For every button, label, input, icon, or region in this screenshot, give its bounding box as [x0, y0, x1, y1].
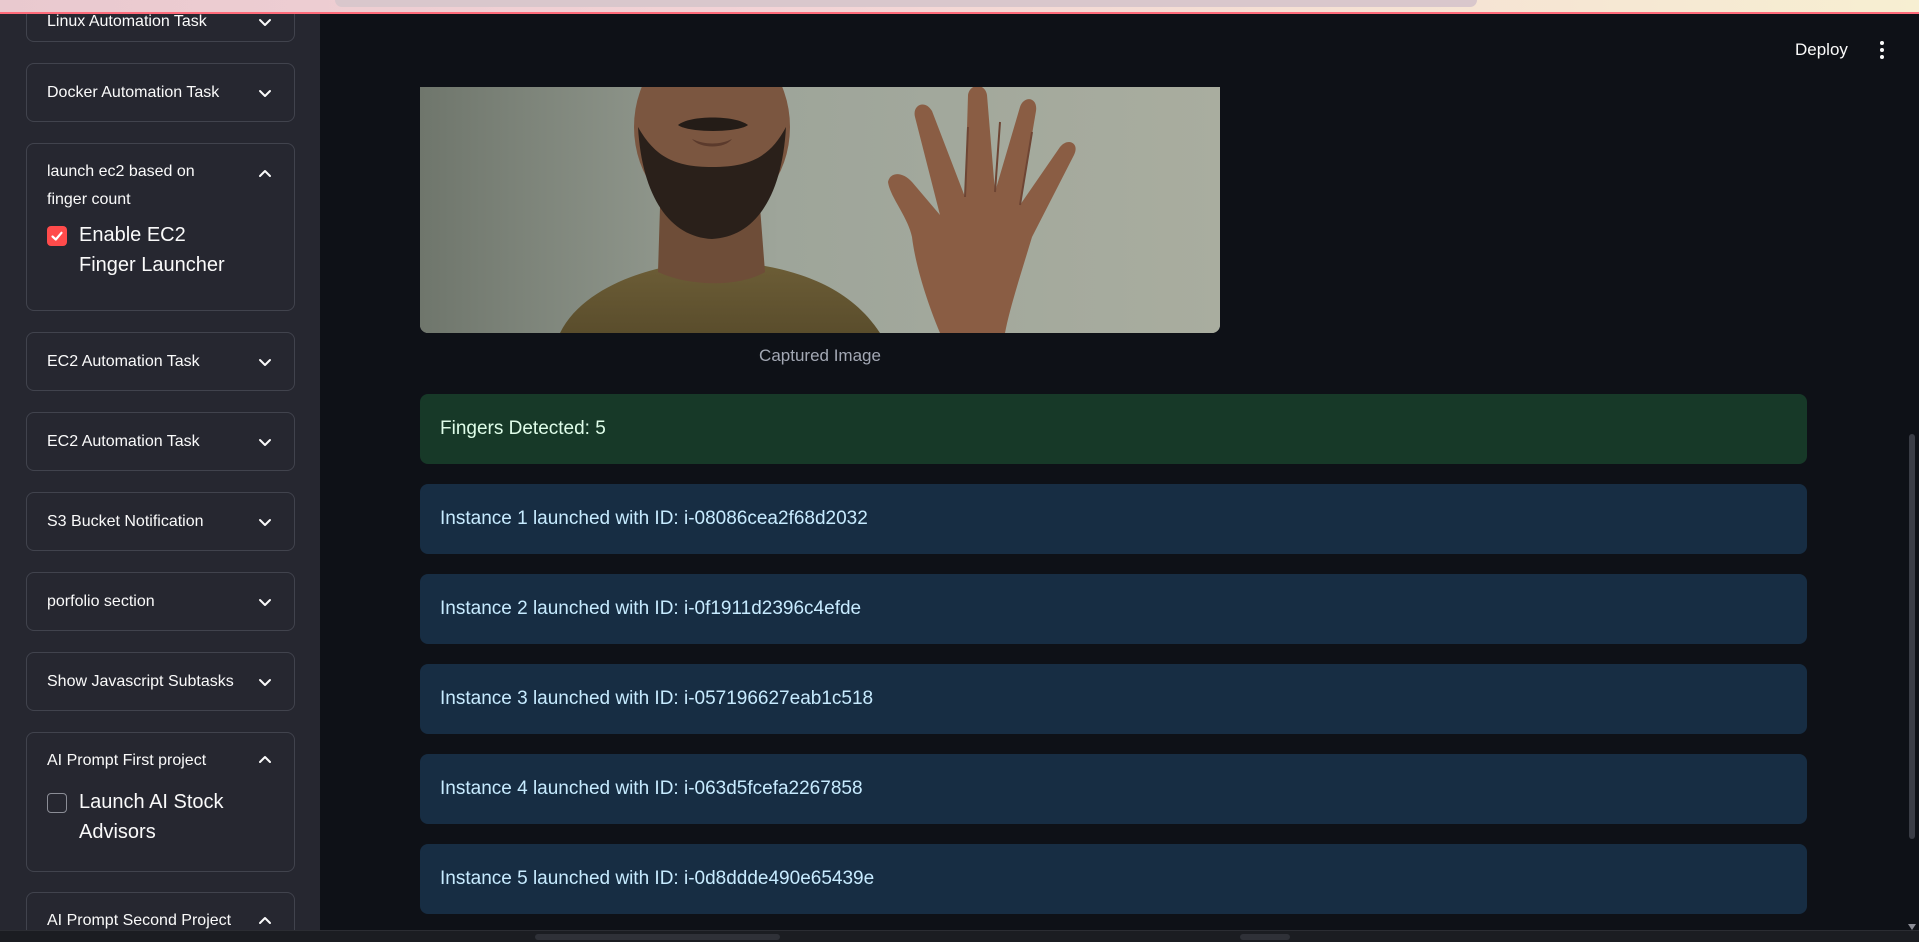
info-alert: Instance 5 launched with ID: i-0d8ddde49…	[420, 844, 1807, 914]
scrollbar-thumb[interactable]	[1240, 934, 1290, 940]
scrollbar-thumb[interactable]	[535, 934, 780, 940]
expander-label: Docker Automation Task	[47, 83, 220, 101]
expander-linux-automation[interactable]: Linux Automation Task	[26, 14, 295, 42]
ec2-finger-launcher-checkbox[interactable]	[47, 226, 67, 246]
checkmark-icon	[51, 231, 63, 241]
expander-label: EC2 Automation Task	[47, 352, 200, 370]
chevron-down-icon[interactable]	[258, 15, 272, 29]
expander-label: S3 Bucket Notification	[47, 512, 204, 530]
info-alert-text: Instance 1 launched with ID: i-08086cea2…	[440, 508, 868, 529]
expander-ai-prompt-second[interactable]: AI Prompt Second Project	[26, 892, 295, 930]
expander-ai-prompt-first[interactable]: AI Prompt First project Launch AI Stock …	[26, 732, 295, 872]
image-caption: Captured Image	[759, 346, 881, 365]
expander-docker-automation[interactable]: Docker Automation Task	[26, 63, 295, 122]
info-alert-text: Instance 4 launched with ID: i-063d5fcef…	[440, 778, 863, 799]
expander-portfolio-section[interactable]: porfolio section	[26, 572, 295, 631]
success-alert: Fingers Detected: 5	[420, 394, 1807, 464]
horizontal-scrollbar[interactable]	[0, 930, 1919, 942]
chevron-up-icon[interactable]	[258, 167, 272, 181]
chevron-up-icon[interactable]	[258, 753, 272, 767]
ec2-finger-launcher-checkbox-row[interactable]: Enable EC2 Finger Launcher	[27, 220, 294, 280]
ai-stock-advisors-label[interactable]: Launch AI Stock Advisors	[79, 787, 239, 847]
success-alert-text: Fingers Detected: 5	[440, 418, 606, 439]
chevron-down-icon[interactable]	[258, 515, 272, 529]
info-alert: Instance 1 launched with ID: i-08086cea2…	[420, 484, 1807, 554]
expander-label: Linux Automation Task	[47, 14, 207, 30]
ai-stock-advisors-checkbox[interactable]	[47, 793, 67, 813]
chevron-down-icon[interactable]	[258, 435, 272, 449]
ec2-finger-launcher-label[interactable]: Enable EC2 Finger Launcher	[79, 220, 239, 280]
chevron-down-icon[interactable]	[258, 595, 272, 609]
info-alert-text: Instance 2 launched with ID: i-0f1911d23…	[440, 598, 862, 619]
scrollbar-thumb[interactable]	[1909, 434, 1915, 839]
expander-label: porfolio section	[47, 592, 155, 610]
expander-javascript-subtasks[interactable]: Show Javascript Subtasks	[26, 652, 295, 711]
info-alert: Instance 2 launched with ID: i-0f1911d23…	[420, 574, 1807, 644]
webcam-photo	[420, 87, 1220, 333]
sidebar[interactable]: Linux Automation Task Docker Automation …	[0, 14, 320, 930]
browser-top-strip	[0, 0, 1919, 14]
ai-stock-advisors-checkbox-row[interactable]: Launch AI Stock Advisors	[27, 787, 294, 847]
more-menu-icon[interactable]	[1872, 39, 1892, 61]
captured-image	[420, 87, 1220, 333]
chevron-down-icon[interactable]	[258, 355, 272, 369]
expander-ec2-automation-2[interactable]: EC2 Automation Task	[26, 412, 295, 471]
expander-label: EC2 Automation Task	[47, 432, 200, 450]
expander-label: launch ec2 based on finger count	[47, 163, 195, 208]
info-alert-text: Instance 5 launched with ID: i-0d8ddde49…	[440, 868, 875, 889]
chevron-down-icon[interactable]	[258, 675, 272, 689]
info-alert: Instance 4 launched with ID: i-063d5fcef…	[420, 754, 1807, 824]
expander-label: Show Javascript Subtasks	[47, 672, 234, 690]
deploy-button[interactable]: Deploy	[1795, 40, 1848, 60]
vertical-scrollbar[interactable]	[1905, 14, 1919, 930]
expander-ec2-automation-1[interactable]: EC2 Automation Task	[26, 332, 295, 391]
chevron-up-icon[interactable]	[258, 914, 272, 928]
expander-ec2-finger-count[interactable]: launch ec2 based on finger count Enable …	[26, 143, 295, 311]
browser-tab-strip	[335, 0, 1477, 7]
expander-label: AI Prompt First project	[47, 752, 207, 769]
expander-s3-bucket-notification[interactable]: S3 Bucket Notification	[26, 492, 295, 551]
chevron-down-icon[interactable]	[258, 86, 272, 100]
expander-label: AI Prompt Second Project	[47, 912, 232, 929]
info-alert: Instance 3 launched with ID: i-057196627…	[420, 664, 1807, 734]
info-alert-text: Instance 3 launched with ID: i-057196627…	[440, 688, 874, 709]
